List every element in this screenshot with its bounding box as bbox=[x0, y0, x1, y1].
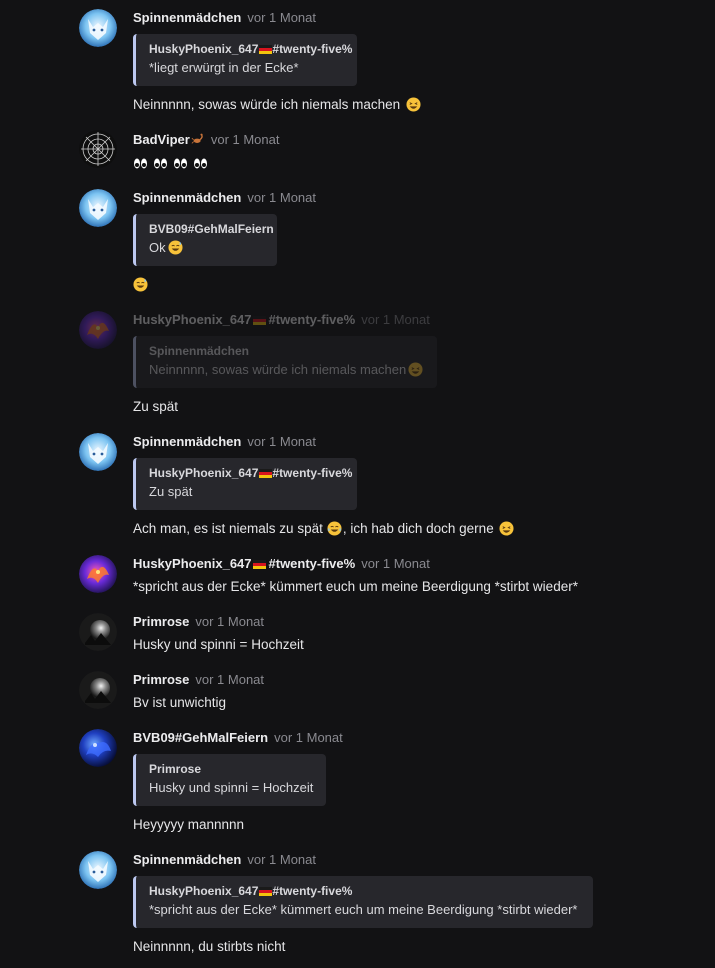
quote-author-tag: #twenty-five% bbox=[272, 466, 353, 480]
message-text-part: , ich hab dich doch gerne bbox=[342, 521, 494, 536]
germany-flag-icon bbox=[259, 45, 273, 54]
quote-text: *liegt erwürgt in der Ecke* bbox=[149, 60, 299, 75]
username[interactable]: Spinnenmädchen bbox=[133, 10, 241, 25]
message-text: Zu spät bbox=[133, 399, 179, 414]
quote-author: HuskyPhoenix_647 bbox=[149, 884, 259, 898]
message-header: HuskyPhoenix_647 #twenty-five% vor 1 Monat bbox=[133, 311, 430, 329]
username[interactable]: Spinnenmädchen bbox=[133, 852, 241, 867]
message-text: *spricht aus der Ecke* kümmert euch um m… bbox=[133, 579, 578, 594]
timestamp: vor 1 Monat bbox=[247, 434, 317, 449]
scorpion-icon bbox=[191, 133, 203, 144]
message-text-row: Neinnnnn, sowas würde ich niemals machen bbox=[133, 95, 421, 115]
chat-feed: Spinnenmädchen vor 1 Monat HuskyPhoenix_6… bbox=[0, 0, 715, 968]
username[interactable]: Primrose bbox=[133, 614, 189, 629]
username[interactable]: Spinnenmädchen bbox=[133, 190, 241, 205]
phoenix-avatar[interactable] bbox=[79, 311, 117, 349]
grinning-sweat-emoji-icon bbox=[168, 240, 183, 255]
timestamp: vor 1 Monat bbox=[361, 312, 430, 327]
timestamp: vor 1 Monat bbox=[247, 10, 317, 25]
quote-author: Spinnenmädchen bbox=[149, 344, 250, 358]
user-tag: #twenty-five% bbox=[268, 312, 356, 327]
timestamp: vor 1 Monat bbox=[247, 852, 317, 867]
timestamp: vor 1 Monat bbox=[195, 672, 265, 687]
message-header: Spinnenmädchen vor 1 Monat bbox=[133, 189, 316, 207]
quote-text: Zu spät bbox=[149, 484, 193, 499]
moon-avatar[interactable] bbox=[79, 613, 117, 651]
quote-text: *spricht aus der Ecke* kümmert euch um m… bbox=[149, 902, 578, 917]
timestamp: vor 1 Monat bbox=[210, 132, 280, 147]
message-header: Primrose vor 1 Monat bbox=[133, 671, 264, 689]
message-header: BadViper vor 1 Monat bbox=[133, 131, 280, 149]
message-text: Neinnnnn, sowas würde ich niemals machen bbox=[133, 97, 401, 112]
reply-quote[interactable]: HuskyPhoenix_647 #twenty-five% *liegt erw… bbox=[133, 34, 357, 86]
message-text: Bv ist unwichtig bbox=[133, 695, 227, 710]
username[interactable]: HuskyPhoenix_647 bbox=[133, 556, 252, 571]
message-header: Primrose vor 1 Monat bbox=[133, 613, 264, 631]
reply-quote[interactable]: Primrose Husky und spinni = Hochzeit bbox=[133, 754, 326, 806]
quote-author-tag: #twenty-five% bbox=[272, 884, 353, 898]
quote-author: HuskyPhoenix_647 bbox=[149, 466, 259, 480]
germany-flag-icon bbox=[252, 560, 266, 569]
timestamp: vor 1 Monat bbox=[247, 190, 317, 205]
germany-flag-icon bbox=[259, 469, 273, 478]
quote-text: Ok bbox=[149, 240, 166, 255]
grinning-sweat-emoji-icon bbox=[133, 277, 148, 292]
message-text: Husky und spinni = Hochzeit bbox=[133, 637, 304, 652]
message-text-row: Ach man, es ist niemals zu spät , ich hab… bbox=[133, 519, 514, 539]
laughing-emoji-icon bbox=[499, 521, 514, 536]
laughing-emoji-icon bbox=[406, 97, 421, 112]
message-header: Spinnenmädchen vor 1 Monat bbox=[133, 9, 316, 27]
laughing-emoji-icon bbox=[408, 362, 423, 377]
username[interactable]: Spinnenmädchen bbox=[133, 434, 241, 449]
reply-quote[interactable]: HuskyPhoenix_647 #twenty-five% Zu spät bbox=[133, 458, 357, 510]
tears-of-joy-emoji-icon bbox=[327, 521, 342, 536]
reply-quote[interactable]: BVB09#GehMalFeiern Ok bbox=[133, 214, 277, 266]
username[interactable]: Primrose bbox=[133, 672, 189, 687]
message-text-part: Ach man, es ist niemals zu spät bbox=[133, 521, 323, 536]
germany-flag-icon bbox=[252, 316, 266, 325]
quote-author-tag: #twenty-five% bbox=[272, 42, 353, 56]
message-header: Spinnenmädchen vor 1 Monat bbox=[133, 433, 316, 451]
quote-author: HuskyPhoenix_647 bbox=[149, 42, 259, 56]
reply-quote[interactable]: Spinnenmädchen Neinnnnn, sowas würde ich… bbox=[133, 336, 437, 388]
timestamp: vor 1 Monat bbox=[195, 614, 265, 629]
timestamp: vor 1 Monat bbox=[361, 556, 430, 571]
eyes-emoji-icon bbox=[134, 158, 207, 169]
message-text-row bbox=[133, 154, 209, 174]
message-text-row bbox=[133, 275, 148, 295]
wolf-avatar[interactable] bbox=[79, 433, 117, 471]
message-text: Neinnnnn, du stirbts nicht bbox=[133, 939, 286, 954]
quote-author: BVB09#GehMalFeiern bbox=[149, 222, 274, 236]
phoenix-avatar[interactable] bbox=[79, 555, 117, 593]
reply-quote[interactable]: HuskyPhoenix_647 #twenty-five% *spricht a… bbox=[133, 876, 593, 928]
wolf-avatar[interactable] bbox=[79, 851, 117, 889]
wolf-avatar[interactable] bbox=[79, 189, 117, 227]
quote-author: Primrose bbox=[149, 762, 202, 776]
moon-avatar[interactable] bbox=[79, 671, 117, 709]
web-avatar[interactable] bbox=[79, 130, 117, 168]
message-header: Spinnenmädchen vor 1 Monat bbox=[133, 851, 316, 869]
username[interactable]: BVB09#GehMalFeiern bbox=[133, 730, 268, 745]
user-tag: #twenty-five% bbox=[268, 556, 356, 571]
quote-text: Neinnnnn, sowas würde ich niemals machen bbox=[149, 362, 407, 377]
quote-text: Husky und spinni = Hochzeit bbox=[149, 780, 314, 795]
germany-flag-icon bbox=[259, 887, 273, 896]
message-header: BVB09#GehMalFeiern vor 1 Monat bbox=[133, 729, 343, 747]
username[interactable]: BadViper bbox=[133, 132, 190, 147]
timestamp: vor 1 Monat bbox=[274, 730, 343, 745]
message-header: HuskyPhoenix_647 #twenty-five% vor 1 Monat bbox=[133, 555, 430, 573]
blue-avatar[interactable] bbox=[79, 729, 117, 767]
username[interactable]: HuskyPhoenix_647 bbox=[133, 312, 252, 327]
wolf-avatar[interactable] bbox=[79, 9, 117, 47]
message-text: Heyyyyy mannnnn bbox=[133, 817, 245, 832]
